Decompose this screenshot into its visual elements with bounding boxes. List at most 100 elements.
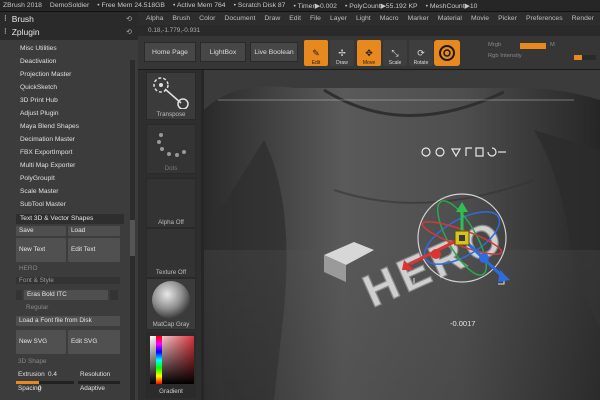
edit-button[interactable]: ✎ Edit: [304, 40, 328, 66]
gradient-label[interactable]: Gradient: [147, 388, 195, 395]
menu-alpha[interactable]: Alpha: [146, 15, 163, 22]
plugin-misc-utilities[interactable]: Misc Utilities: [0, 44, 124, 54]
move-icon: ✥: [365, 48, 373, 58]
pin-icon[interactable]: ⟲: [126, 28, 132, 36]
save-button[interactable]: Save: [16, 226, 66, 236]
coordinate-readout: 0.18,-1.779,-0.931: [148, 27, 201, 34]
menu-brush[interactable]: Brush: [172, 15, 190, 22]
menu-draw[interactable]: Draw: [264, 15, 280, 22]
document-viewport[interactable]: HERO -0.0017: [204, 70, 600, 400]
menu-material[interactable]: Material: [438, 15, 462, 22]
draw-icon: ✢: [338, 48, 346, 58]
menu-movie[interactable]: Movie: [471, 15, 489, 22]
brush-palette-header[interactable]: ⁝ Brush ⟲: [0, 12, 138, 25]
sidebar-scrollbar[interactable]: [130, 60, 135, 400]
font-prev-arrow[interactable]: [16, 290, 22, 300]
texture-off-label: Texture Off: [155, 269, 187, 276]
plugin-maya-blend-shapes[interactable]: Maya Blend Shapes: [0, 122, 124, 132]
plugin-scale-master[interactable]: Scale Master: [0, 187, 124, 197]
font-style-regular[interactable]: Regular: [26, 304, 48, 311]
matcap-label: MatCap Gray: [152, 321, 190, 328]
menu-picker[interactable]: Picker: [498, 15, 517, 22]
menu-preferences[interactable]: Preferences: [526, 15, 563, 22]
transpose-button[interactable]: Transpose: [146, 72, 196, 120]
menu-color[interactable]: Color: [199, 15, 215, 22]
plugin-decimation-master[interactable]: Decimation Master: [0, 135, 124, 145]
current-text-value: HERO: [19, 265, 38, 272]
rotate-button[interactable]: ⟳ Rotate: [409, 40, 433, 66]
mrgb-slider[interactable]: Mrgb M: [488, 42, 598, 49]
home-page-button[interactable]: Home Page: [144, 42, 196, 62]
edit-svg-button[interactable]: Edit SVG: [68, 330, 120, 354]
load-button[interactable]: Load: [68, 226, 120, 236]
live-boolean-button[interactable]: Live Boolean: [250, 42, 298, 62]
left-shelf: Transpose Dots Alpha Off Texture Off Mat…: [138, 70, 201, 400]
menu-layer[interactable]: Layer: [330, 15, 347, 22]
lightbox-button[interactable]: LightBox: [200, 42, 246, 62]
new-text-button[interactable]: New Text: [16, 238, 66, 262]
hue-strip[interactable]: [150, 336, 194, 384]
scale-button[interactable]: ⤡ Scale: [383, 40, 407, 66]
color-picker[interactable]: Gradient: [146, 332, 196, 398]
plugin-adjust[interactable]: Adjust Plugin: [0, 109, 124, 119]
move-button[interactable]: ✥ Move: [357, 40, 381, 66]
resolution-slider[interactable]: [78, 381, 120, 384]
menu-file[interactable]: File: [310, 15, 321, 22]
scale-icon: ⤡: [391, 48, 399, 58]
text3d-section-header[interactable]: Text 3D & Vector Shapes: [16, 214, 124, 224]
extrusion-slider[interactable]: [16, 381, 74, 384]
plugin-deactivation[interactable]: Deactivation: [0, 57, 124, 67]
plugin-polygroupit[interactable]: PolyGroupIt: [0, 174, 124, 184]
sidebar-scroll-thumb[interactable]: [130, 220, 135, 256]
gizmo-x-handle[interactable]: [431, 249, 441, 259]
extrusion-slider-fill: [16, 381, 40, 384]
menu-bar: Alpha Brush Color Document Draw Edit Fil…: [138, 12, 600, 25]
edit-text-button[interactable]: Edit Text: [68, 238, 120, 262]
rgb-intensity-track[interactable]: [574, 55, 596, 60]
gizmo-toggle-button[interactable]: [434, 40, 460, 66]
font-next-arrow[interactable]: [110, 290, 118, 300]
mrgb-swatch[interactable]: [520, 43, 546, 49]
menu-macro[interactable]: Macro: [380, 15, 399, 22]
font-style-subsection[interactable]: Font & Style: [16, 277, 120, 284]
plugin-subtool-master[interactable]: SubTool Master: [0, 200, 124, 210]
new-svg-button[interactable]: New SVG: [16, 330, 66, 354]
draw-label: Draw: [336, 60, 348, 66]
free-mem: • Free Mem 24.518GB: [97, 2, 165, 9]
alpha-off-button[interactable]: Alpha Off: [146, 178, 196, 228]
transform-readout: -0.0017: [450, 319, 476, 328]
meshcount: • MeshCount▶10: [425, 2, 478, 10]
zplugin-palette: Misc Utilities Deactivation Projection M…: [0, 40, 138, 400]
menu-render[interactable]: Render: [572, 15, 594, 22]
menu-marker[interactable]: Marker: [408, 15, 429, 22]
font-name-display[interactable]: Eras Bold ITC: [24, 290, 108, 300]
model-render[interactable]: HERO: [204, 70, 600, 400]
pin-icon[interactable]: ⟲: [126, 15, 132, 23]
brush-palette-title: Brush: [11, 13, 34, 24]
plugin-3d-print-hub[interactable]: 3D Print Hub: [0, 96, 124, 106]
menu-edit[interactable]: Edit: [289, 15, 301, 22]
transpose-icon: [153, 77, 189, 110]
shape-3d-subsection[interactable]: 3D Shape: [18, 358, 46, 365]
dots-label: Dots: [164, 165, 178, 172]
zplugin-palette-header[interactable]: ⁝ Zplugin ⟲: [0, 25, 138, 38]
drag-handle-icon[interactable]: ⁝: [4, 13, 7, 24]
menu-light[interactable]: Light: [356, 15, 371, 22]
texture-off-button[interactable]: Texture Off: [146, 228, 196, 278]
menu-document[interactable]: Document: [224, 15, 255, 22]
rgb-intensity-label: Rgb Intensity: [488, 53, 522, 59]
material-button[interactable]: MatCap Gray: [146, 278, 196, 330]
plugin-quicksketch[interactable]: QuickSketch: [0, 83, 124, 93]
load-font-button[interactable]: Load a Font file from Disk: [16, 316, 120, 326]
plugin-multi-map-exporter[interactable]: Multi Map Exporter: [0, 161, 124, 171]
draw-button[interactable]: ✢ Draw: [330, 40, 354, 66]
drag-handle-icon[interactable]: ⁝: [4, 26, 7, 37]
polycount: • PolyCount▶55.192 KP: [344, 2, 418, 10]
stroke-dots-button[interactable]: Dots: [146, 124, 196, 174]
transpose-label: Transpose: [156, 111, 186, 118]
plugin-fbx-export-import[interactable]: FBX ExportImport: [0, 148, 124, 158]
plugin-projection-master[interactable]: Projection Master: [0, 70, 124, 80]
gizmo-icon: [439, 45, 455, 61]
gizmo-z-handle[interactable]: [479, 253, 489, 263]
edit-label: Edit: [311, 60, 321, 66]
